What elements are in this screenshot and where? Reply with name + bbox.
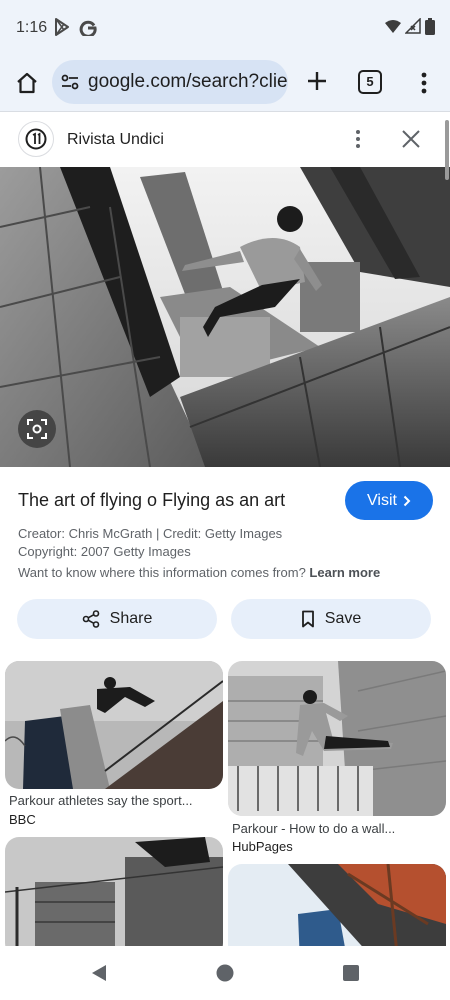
visit-label: Visit <box>367 491 397 509</box>
result-title[interactable]: Parkour athletes say the sport... <box>9 793 193 808</box>
save-button[interactable]: Save <box>231 599 431 639</box>
image-title[interactable]: The art of flying o Flying as an art <box>18 490 285 511</box>
source-name[interactable]: Rivista Undici <box>67 131 164 149</box>
tune-icon[interactable] <box>60 72 80 97</box>
back-triangle-icon[interactable] <box>90 964 108 987</box>
address-bar[interactable]: google.com/search?clier <box>52 60 288 104</box>
info-source-line: Want to know where this information come… <box>18 565 380 580</box>
plus-icon <box>308 72 326 90</box>
visit-button[interactable]: Visit <box>345 481 433 520</box>
lens-icon <box>27 419 47 439</box>
lens-button[interactable] <box>18 410 56 448</box>
battery-icon <box>425 18 435 40</box>
learn-more-link[interactable]: Learn more <box>309 565 380 580</box>
new-tab-button[interactable] <box>300 64 334 98</box>
result-card[interactable] <box>5 837 223 957</box>
more-vert-icon <box>356 130 360 148</box>
home-icon <box>17 72 37 94</box>
google-g-icon <box>79 18 97 41</box>
source-header: Rivista Undici <box>0 113 450 167</box>
source-more-button[interactable] <box>347 127 369 156</box>
copyright-line: Copyright: 2007 Getty Images <box>18 544 191 559</box>
status-bar: 1:16 <box>0 0 450 56</box>
signal-icon <box>404 17 421 39</box>
system-nav-bar <box>0 946 450 1000</box>
save-label: Save <box>324 610 362 627</box>
play-store-icon <box>54 18 70 41</box>
more-vert-icon <box>421 72 427 94</box>
result-source: HubPages <box>232 839 293 854</box>
share-icon <box>82 610 99 628</box>
share-label: Share <box>109 610 153 627</box>
tab-switcher-button[interactable]: 5 <box>358 70 382 94</box>
close-icon <box>402 130 420 148</box>
home-circle-icon[interactable] <box>216 964 234 987</box>
share-button[interactable]: Share <box>17 599 217 639</box>
result-card[interactable]: Parkour - How to do a wall... HubPages <box>228 661 446 861</box>
info-question: Want to know where this information come… <box>18 565 306 580</box>
creator-credit: Creator: Chris McGrath | Credit: Getty I… <box>18 526 283 541</box>
wifi-icon <box>384 18 402 39</box>
result-card[interactable] <box>228 864 446 964</box>
result-source: BBC <box>9 812 36 827</box>
chevron-right-icon <box>403 495 411 506</box>
url-text[interactable]: google.com/search?clier <box>88 71 288 93</box>
status-time: 1:16 <box>16 19 48 36</box>
result-card[interactable]: Parkour athletes say the sport... BBC <box>5 661 223 831</box>
result-thumbnail[interactable] <box>228 661 446 816</box>
result-thumbnail[interactable] <box>5 837 223 957</box>
result-title[interactable]: Parkour - How to do a wall... <box>232 821 395 836</box>
scrollbar-thumb[interactable] <box>445 120 449 180</box>
result-thumbnail[interactable] <box>5 661 223 789</box>
close-button[interactable] <box>400 128 422 155</box>
source-favicon[interactable] <box>18 121 54 157</box>
home-button[interactable] <box>10 66 44 100</box>
main-image[interactable] <box>0 167 450 467</box>
rivista-undici-logo-icon <box>25 128 47 150</box>
recents-square-icon[interactable] <box>342 964 360 987</box>
bookmark-icon <box>301 610 314 628</box>
browser-toolbar: google.com/search?clier 5 <box>0 56 450 112</box>
browser-menu-button[interactable] <box>410 66 438 100</box>
screen: 1:16 google.com/search?clier 5 Rivista U… <box>0 0 450 1000</box>
